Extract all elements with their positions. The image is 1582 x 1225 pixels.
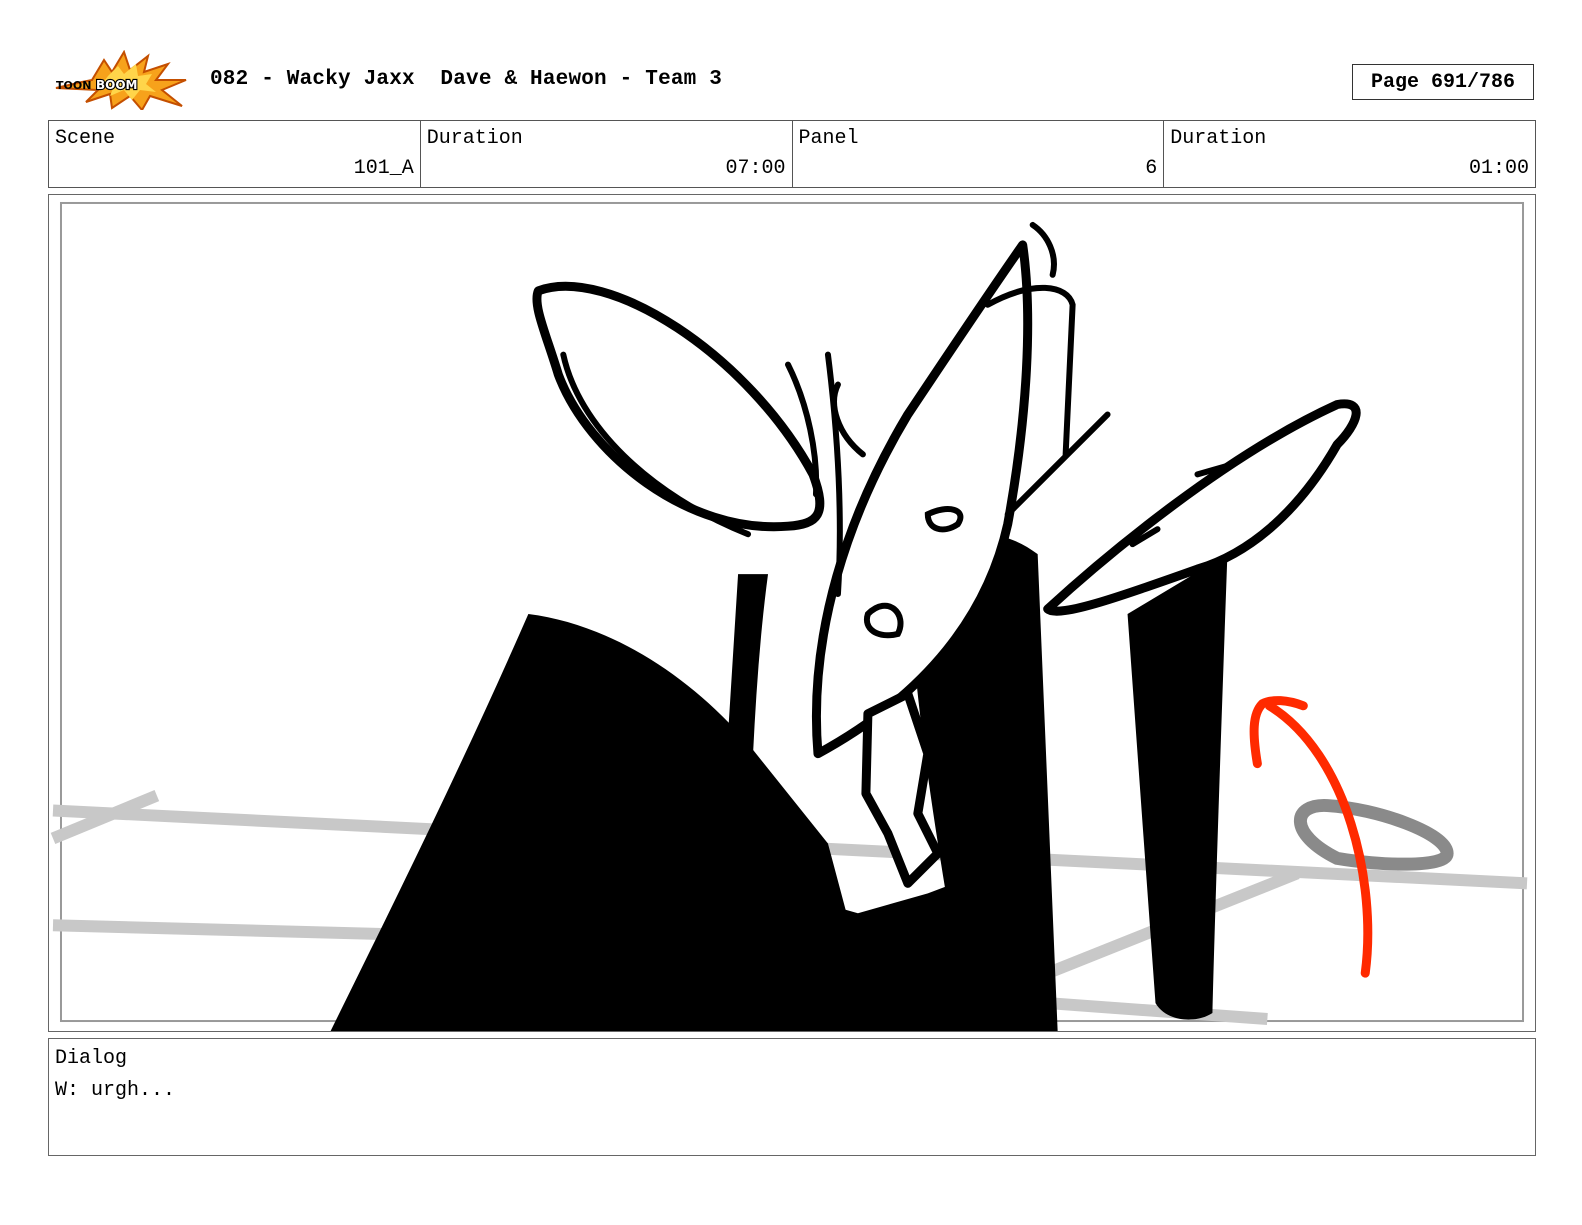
toon-boom-logo: TOON BOOM [55, 50, 187, 110]
dialog-label: Dialog [55, 1047, 128, 1070]
panel-label: Panel [798, 127, 859, 150]
panel-duration-label: Duration [1170, 127, 1267, 150]
storyboard-drawing [50, 201, 1528, 1031]
svg-text:TOON: TOON [56, 79, 91, 92]
panel-value: 6 [1145, 157, 1158, 180]
scene-duration-cell: Duration 07:00 [421, 121, 793, 187]
scene-label: Scene [55, 127, 116, 150]
storyboard-title: 082 - Wacky Jaxx Dave & Haewon - Team 3 [210, 68, 723, 91]
panel-duration-cell: Duration 01:00 [1164, 121, 1535, 187]
dialog-text: W: urgh... [55, 1079, 176, 1102]
svg-text:BOOM: BOOM [96, 78, 138, 92]
scene-duration-label: Duration [426, 127, 523, 150]
page-number: Page 691/786 [1352, 64, 1534, 100]
grey-loop [1293, 799, 1454, 871]
panel-duration-value: 01:00 [1468, 157, 1529, 180]
scene-duration-value: 07:00 [725, 157, 786, 180]
panel-cell: Panel 6 [793, 121, 1165, 187]
scene-value: 101_A [353, 157, 414, 180]
dialog-box: Dialog W: urgh... [48, 1038, 1536, 1156]
scene-info-table: Scene 101_A Duration 07:00 Panel 6 Durat… [48, 120, 1536, 188]
scene-cell: Scene 101_A [49, 121, 421, 187]
storyboard-panel [48, 194, 1536, 1032]
